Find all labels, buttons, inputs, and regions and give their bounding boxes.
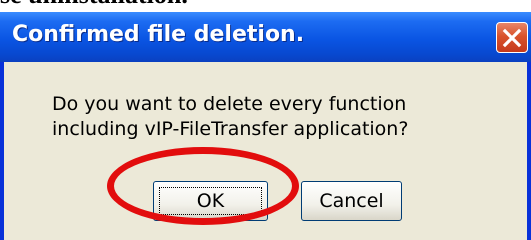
cancel-button[interactable]: Cancel xyxy=(301,181,402,221)
cancel-button-label: Cancel xyxy=(319,190,384,212)
ok-button-focus-rect xyxy=(159,187,262,215)
dialog-titlebar[interactable]: Confirmed file deletion. xyxy=(0,12,531,62)
background-document-text: se uninstallation. xyxy=(0,0,188,10)
ok-button[interactable]: OK xyxy=(153,181,268,221)
close-icon xyxy=(502,28,522,48)
confirm-dialog: Confirmed file deletion. Do you want to … xyxy=(0,12,531,240)
dialog-title: Confirmed file deletion. xyxy=(12,22,305,47)
dialog-body: Do you want to delete every function inc… xyxy=(4,62,527,240)
close-button[interactable] xyxy=(496,22,528,53)
dialog-message: Do you want to delete every function inc… xyxy=(52,93,409,140)
